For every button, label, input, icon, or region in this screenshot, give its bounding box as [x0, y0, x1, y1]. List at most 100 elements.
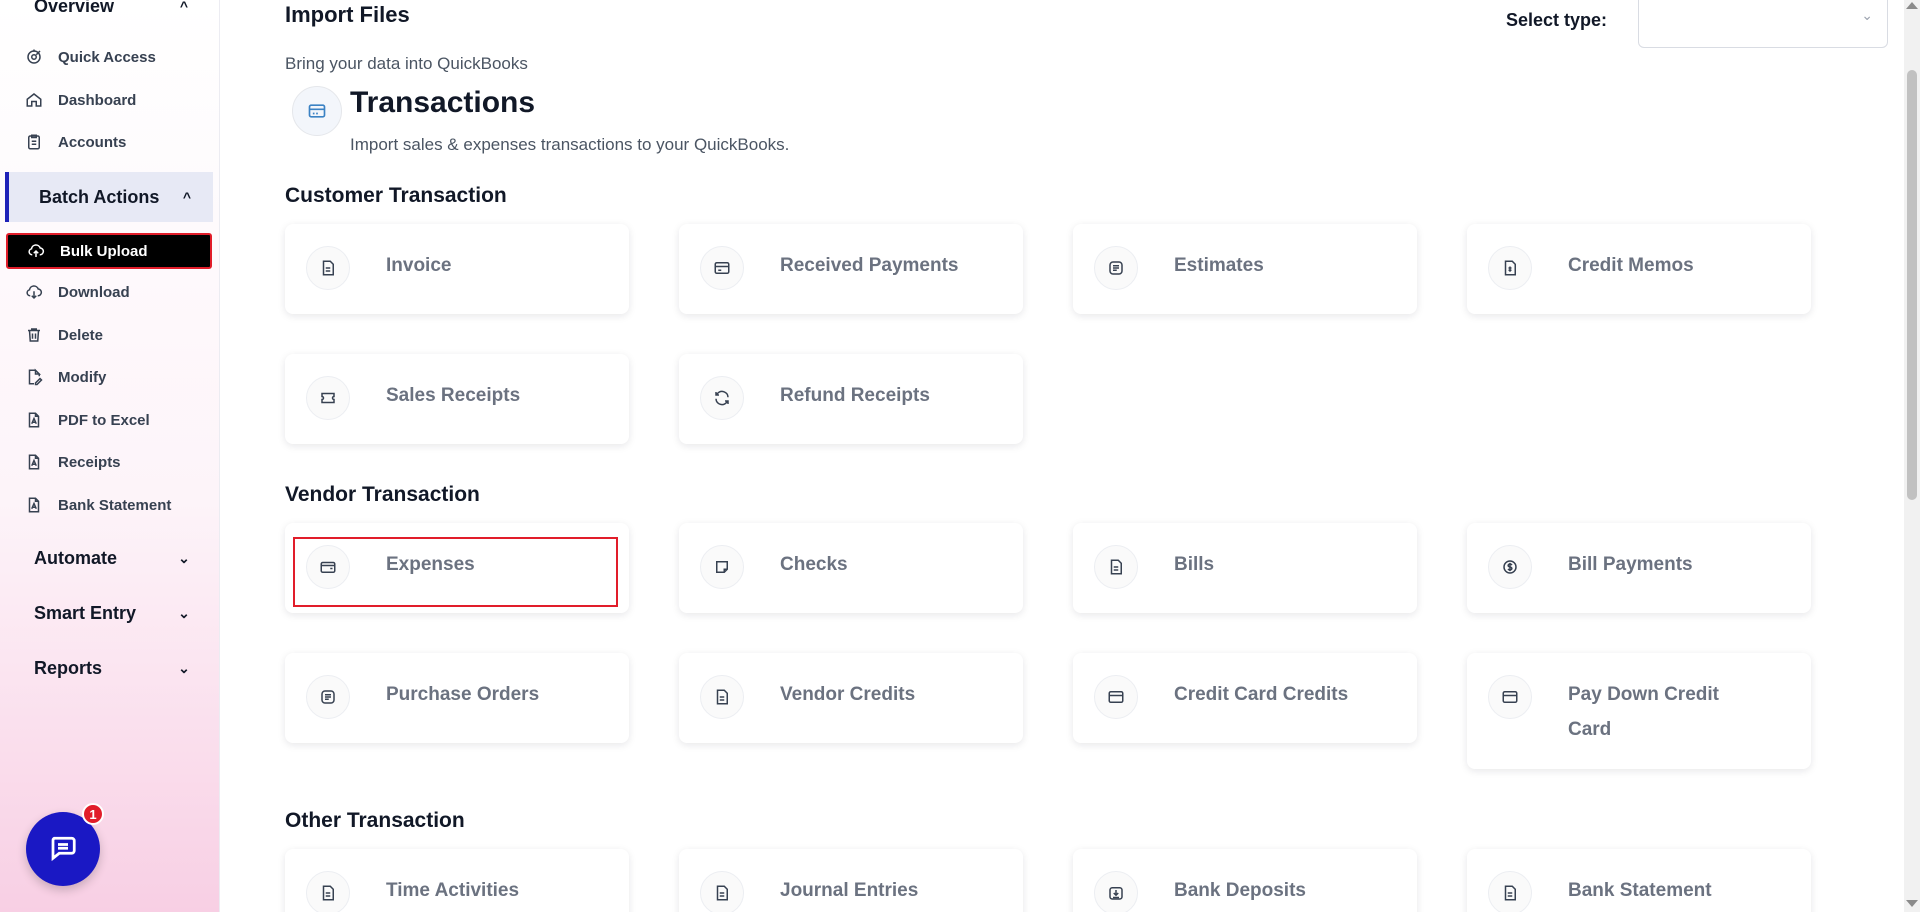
sidebar-item-label: Bulk Upload — [60, 242, 148, 260]
section-title-vendor: Vendor Transaction — [285, 483, 480, 506]
card-purchase-orders[interactable]: Purchase Orders — [285, 653, 629, 743]
notification-badge: 1 — [82, 803, 104, 825]
sidebar-item-modify[interactable]: Modify — [6, 360, 212, 394]
card-pay-down-credit-card[interactable]: Pay Down Credit Card — [1467, 653, 1811, 769]
card-sales-receipts[interactable]: Sales Receipts — [285, 354, 629, 444]
sidebar: Overview ^ Quick Access Dashboard Accoun… — [0, 0, 220, 912]
card-label: Estimates — [1174, 255, 1264, 276]
invoice-icon — [306, 246, 350, 290]
sidebar-item-label: PDF to Excel — [58, 411, 150, 429]
scroll-up-arrow-icon[interactable] — [1906, 2, 1918, 9]
scrollbar-thumb[interactable] — [1907, 70, 1917, 500]
card-received-payments[interactable]: Received Payments — [679, 224, 1023, 314]
sidebar-group-reports[interactable]: Reports ⌄ — [0, 648, 213, 688]
trash-icon — [24, 325, 44, 345]
sidebar-group-batch-actions[interactable]: Batch Actions ^ — [5, 172, 213, 222]
sidebar-item-label: Accounts — [58, 133, 127, 151]
sidebar-item-label: Modify — [58, 368, 107, 386]
target-icon — [24, 47, 44, 67]
ticket-icon — [306, 376, 350, 420]
card-checks[interactable]: Checks — [679, 523, 1023, 613]
card-time-activities[interactable]: Time Activities — [285, 849, 629, 912]
pdf-file-icon — [24, 410, 44, 430]
credit-card-icon — [1488, 675, 1532, 719]
sidebar-item-bank-statement[interactable]: Bank Statement — [6, 488, 212, 522]
sidebar-item-accounts[interactable]: Accounts — [6, 125, 212, 159]
card-label: Sales Receipts — [386, 385, 521, 406]
sidebar-item-quick-access[interactable]: Quick Access — [6, 40, 212, 74]
scroll-down-arrow-icon[interactable] — [1906, 900, 1918, 907]
card-refund-receipts[interactable]: Refund Receipts — [679, 354, 1023, 444]
sidebar-group-label: Reports — [34, 657, 103, 678]
chevron-up-icon: ^ — [182, 189, 191, 205]
sidebar-item-label: Bank Statement — [58, 496, 172, 514]
card-label: Bill Payments — [1568, 554, 1693, 575]
sidebar-group-label: Overview — [34, 0, 115, 16]
card-bank-statement[interactable]: Bank Statement — [1467, 849, 1811, 912]
card-label: Bank Statement — [1568, 880, 1712, 901]
sidebar-item-pdf-to-excel[interactable]: PDF to Excel — [6, 403, 212, 437]
section-title-other: Other Transaction — [285, 809, 465, 832]
sidebar-group-label: Automate — [34, 547, 118, 568]
sidebar-item-delete[interactable]: Delete — [6, 318, 212, 352]
deposit-icon — [1094, 871, 1138, 912]
sidebar-group-label: Batch Actions — [39, 186, 160, 207]
card-credit-memos[interactable]: Credit Memos — [1467, 224, 1811, 314]
sidebar-group-automate[interactable]: Automate ⌄ — [0, 538, 213, 578]
card-label: Invoice — [386, 255, 452, 276]
cloud-upload-icon — [26, 241, 46, 261]
sidebar-item-label: Quick Access — [58, 48, 156, 66]
sidebar-item-dashboard[interactable]: Dashboard — [6, 83, 212, 117]
journal-icon — [700, 871, 744, 912]
card-label: Bank Deposits — [1174, 880, 1306, 901]
sidebar-group-label: Smart Entry — [34, 602, 137, 623]
credit-card-icon — [1094, 675, 1138, 719]
card-label: Bills — [1174, 554, 1215, 575]
sidebar-item-label: Dashboard — [58, 91, 137, 109]
card-estimates[interactable]: Estimates — [1073, 224, 1417, 314]
wallet-icon — [306, 545, 350, 589]
transactions-title: Transactions — [350, 86, 536, 119]
card-label: Purchase Orders — [386, 684, 540, 705]
file-edit-icon — [24, 367, 44, 387]
card-vendor-credits[interactable]: Vendor Credits — [679, 653, 1023, 743]
page-subtitle: Bring your data into QuickBooks — [285, 54, 528, 73]
order-icon — [306, 675, 350, 719]
chevron-up-icon: ^ — [179, 0, 189, 14]
chevron-down-icon: ⌄ — [178, 549, 190, 566]
card-credit-card-credits[interactable]: Credit Card Credits — [1073, 653, 1417, 743]
cloud-download-icon — [24, 282, 44, 302]
card-label: Time Activities — [386, 880, 520, 901]
card-invoice[interactable]: Invoice — [285, 224, 629, 314]
memo-icon — [1488, 246, 1532, 290]
chevron-down-icon: ⌄ — [178, 659, 190, 676]
sidebar-group-overview[interactable]: Overview ^ — [0, 0, 213, 26]
payment-icon — [700, 246, 744, 290]
chat-icon — [48, 832, 78, 867]
card-label: Credit Card Credits — [1174, 684, 1349, 705]
sidebar-item-receipts[interactable]: Receipts — [6, 445, 212, 479]
card-label: Checks — [780, 554, 848, 575]
card-label: Journal Entries — [780, 880, 919, 901]
statement-file-icon — [24, 495, 44, 515]
chevron-down-icon: ⌄ — [1861, 7, 1873, 23]
select-type-dropdown[interactable]: ⌄ — [1638, 0, 1888, 48]
sidebar-item-label: Delete — [58, 326, 104, 344]
estimate-icon — [1094, 246, 1138, 290]
card-bank-deposits[interactable]: Bank Deposits — [1073, 849, 1417, 912]
select-type-label: Select type: — [1506, 10, 1608, 30]
card-journal-entries[interactable]: Journal Entries — [679, 849, 1023, 912]
receipt-file-icon — [24, 452, 44, 472]
card-bills[interactable]: Bills — [1073, 523, 1417, 613]
card-bill-payments[interactable]: Bill Payments — [1467, 523, 1811, 613]
card-label: Credit Memos — [1568, 255, 1694, 276]
page-title: Import Files — [285, 2, 410, 27]
clipboard-icon — [24, 132, 44, 152]
sidebar-item-bulk-upload[interactable]: Bulk Upload — [6, 233, 212, 269]
transactions-subtitle: Import sales & expenses transactions to … — [350, 135, 790, 154]
card-expenses[interactable]: Expenses — [285, 523, 629, 613]
refresh-icon — [700, 376, 744, 420]
sidebar-group-smart-entry[interactable]: Smart Entry ⌄ — [0, 593, 213, 633]
time-doc-icon — [306, 871, 350, 912]
sidebar-item-download[interactable]: Download — [6, 275, 212, 309]
